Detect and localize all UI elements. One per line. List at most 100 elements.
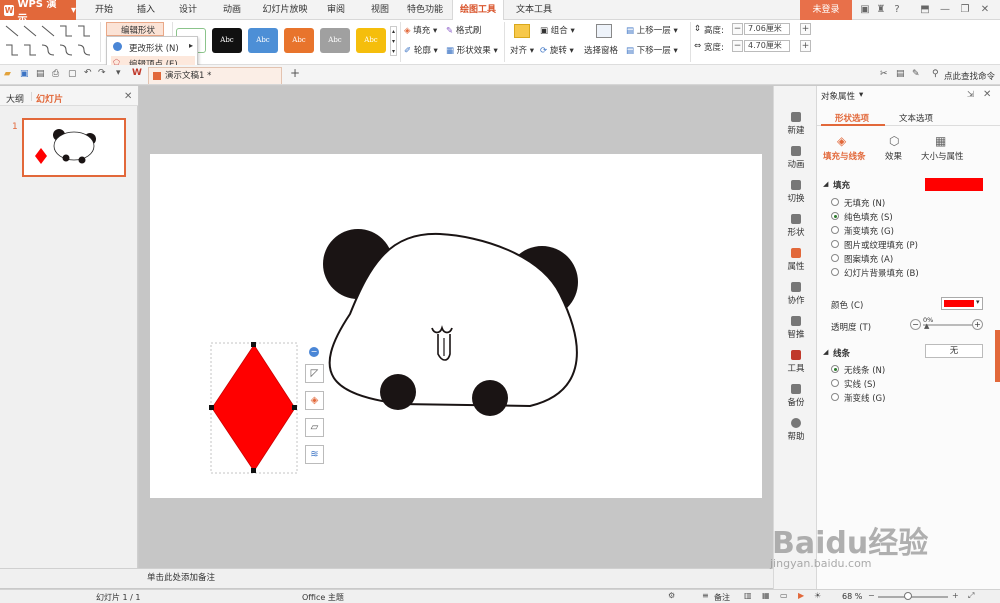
tab-outline[interactable]: 大纲 (6, 92, 24, 105)
tab-home[interactable]: 开始 (86, 0, 122, 20)
style-preset-3[interactable]: Abc (248, 28, 278, 53)
width-input[interactable]: 4.70厘米 (744, 40, 790, 52)
document-tab[interactable]: 演示文稿1 * (148, 67, 282, 84)
height-increment[interactable]: + (800, 23, 811, 35)
panda-drawing[interactable] (323, 229, 578, 416)
subtab-fill-line[interactable]: 填充与线条 (823, 150, 866, 162)
tool-icon-1[interactable]: ✂ (880, 69, 888, 79)
app-menu-button[interactable]: W WPS 演示 ▾ (0, 0, 76, 25)
line-gallery[interactable] (4, 23, 94, 61)
tab-design[interactable]: 设计 (170, 0, 206, 20)
sidebar-shape[interactable]: 形状 (774, 214, 818, 238)
radio-no-fill[interactable] (831, 198, 839, 206)
tab-view[interactable]: 视图 (362, 0, 398, 20)
close-icon[interactable]: ✕ (978, 3, 992, 17)
tool-icon-3[interactable]: ✎ (912, 69, 920, 79)
outline-button[interactable]: ✐ 轮廓 ▾ (404, 44, 438, 56)
panel-title-dropdown-icon[interactable]: ▾ (859, 90, 863, 100)
tab-text-tools[interactable]: 文本工具 (508, 0, 560, 20)
radio-solid-fill[interactable] (831, 212, 839, 220)
reading-view-icon[interactable]: ▭ (780, 591, 788, 600)
subtab-size[interactable]: 大小与属性 (921, 150, 964, 162)
radio-pattern-fill[interactable] (831, 254, 839, 262)
minimize-icon[interactable]: — (938, 3, 952, 17)
radio-no-line[interactable] (831, 365, 839, 373)
tab-drawing-tools[interactable]: 绘图工具 (452, 0, 504, 21)
export-pdf-icon[interactable]: ▤ (36, 69, 45, 79)
slider-thumb[interactable]: ▲ (924, 322, 929, 330)
line-collapse-icon[interactable]: ◢ (823, 348, 828, 356)
subtab-effects[interactable]: 效果 (885, 150, 902, 162)
slideshow-icon[interactable]: ▶ (798, 591, 804, 600)
selection-pane-button[interactable]: 选择窗格 (584, 44, 618, 56)
group-button[interactable]: ▣ 组合 ▾ (540, 24, 575, 36)
transparency-slider[interactable] (923, 324, 973, 326)
radio-solid-line[interactable] (831, 379, 839, 387)
new-tab-icon[interactable]: + (290, 66, 300, 80)
zoom-out-icon[interactable]: − (868, 591, 875, 600)
normal-view-icon[interactable]: ▥ (744, 591, 752, 600)
fill-button[interactable]: ◈ 填充 ▾ (404, 24, 437, 36)
fill-quick-icon[interactable]: ◈ (305, 391, 324, 410)
sidebar-transition[interactable]: 切换 (774, 180, 818, 204)
layers-icon[interactable]: ≋ (305, 445, 324, 464)
tab-text-options[interactable]: 文本选项 (899, 112, 933, 124)
style-preset-5[interactable]: Abc (320, 28, 350, 53)
qa-dropdown-icon[interactable]: ▾ (116, 68, 121, 78)
tab-review[interactable]: 审阅 (318, 0, 354, 20)
sidebar-animation[interactable]: 动画 (774, 146, 818, 170)
bring-forward-button[interactable]: ▤ 上移一层 ▾ (626, 24, 678, 36)
close-panel-icon[interactable]: ✕ (124, 91, 132, 102)
height-decrement[interactable]: − (732, 23, 743, 35)
print-icon[interactable]: ⎙ (52, 69, 59, 79)
radio-picture-fill[interactable] (831, 240, 839, 248)
change-shape-item[interactable]: 更改形状 (N) ▸ (111, 40, 195, 54)
pin-icon[interactable]: ⇲ (967, 90, 974, 100)
radio-background-fill[interactable] (831, 268, 839, 276)
slide[interactable] (150, 154, 762, 498)
slide-thumbnail[interactable] (22, 118, 126, 177)
protect-icon[interactable]: ⚙ (668, 591, 675, 600)
fill-collapse-icon[interactable]: ◢ (823, 180, 828, 188)
zoom-slider[interactable] (878, 596, 948, 598)
transparency-decrease[interactable]: − (910, 319, 921, 330)
help-icon[interactable]: ? (890, 3, 904, 17)
sidebar-properties[interactable]: 属性 (774, 248, 818, 272)
wps-home-icon[interactable]: W (132, 68, 142, 78)
shape-style-icon[interactable]: ◸ (305, 364, 324, 383)
transparency-increase[interactable]: + (972, 319, 983, 330)
color-picker[interactable]: ▾ (941, 297, 983, 310)
tab-shape-options[interactable]: 形状选项 (821, 108, 885, 126)
style-preset-6[interactable]: Abc (356, 28, 386, 53)
close-panel-icon[interactable]: ✕ (983, 89, 991, 100)
sidebar-collab[interactable]: 协作 (774, 282, 818, 306)
align-button[interactable]: 对齐 ▾ (510, 44, 534, 56)
radio-gradient-fill[interactable] (831, 226, 839, 234)
tab-features[interactable]: 特色功能 (402, 0, 448, 20)
restore-icon[interactable]: ❐ (958, 3, 972, 17)
zoom-slider-thumb[interactable] (904, 592, 912, 600)
save-icon[interactable]: ▣ (20, 69, 29, 79)
login-button[interactable]: 未登录 (800, 0, 852, 20)
tab-animation[interactable]: 动画 (214, 0, 250, 20)
open-icon[interactable]: ▰ (4, 69, 11, 79)
format-painter-button[interactable]: ✎ 格式刷 (446, 24, 481, 36)
style-preset-4[interactable]: Abc (284, 28, 314, 53)
panel-resize-handle[interactable] (995, 330, 1000, 382)
style-preset-2[interactable]: Abc (212, 28, 242, 53)
shape-effects-button[interactable]: ▦ 形状效果 ▾ (446, 44, 498, 56)
skin-icon[interactable]: ▣ (858, 3, 872, 17)
notes-area[interactable]: 单击此处添加备注 (139, 568, 773, 588)
tab-slides[interactable]: 幻灯片 (36, 92, 63, 105)
sidebar-smart[interactable]: 智推 (774, 316, 818, 340)
command-search[interactable]: 点此查找命令 (944, 70, 995, 82)
tool-icon-2[interactable]: ▤ (896, 69, 905, 79)
undo-icon[interactable]: ↶ (84, 68, 92, 78)
preview-icon[interactable]: ▢ (68, 69, 77, 79)
collapse-tools-icon[interactable]: − (309, 347, 319, 357)
fullscreen-icon[interactable]: ⬒ (918, 3, 932, 17)
light-icon[interactable]: ☀ (814, 591, 821, 600)
height-input[interactable]: 7.06厘米 (744, 23, 790, 35)
red-diamond-shape[interactable] (209, 342, 298, 474)
send-backward-button[interactable]: ▤ 下移一层 ▾ (626, 44, 678, 56)
